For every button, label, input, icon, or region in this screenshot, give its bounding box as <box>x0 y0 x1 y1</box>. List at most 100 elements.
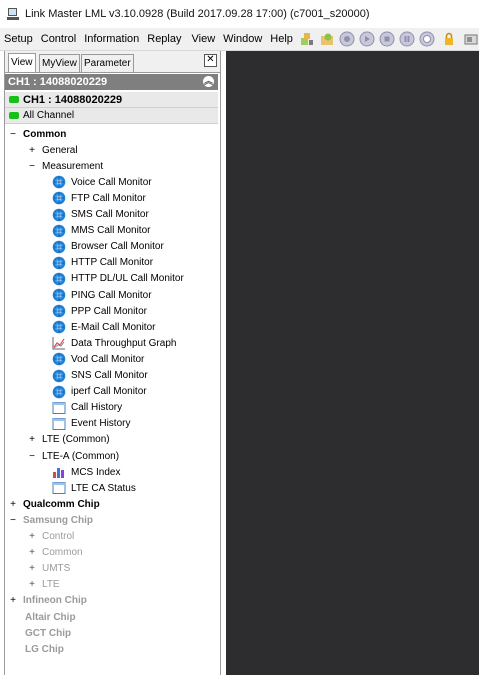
tab-view[interactable]: View <box>8 53 36 72</box>
tree-leaf[interactable]: PPP Call Monitor <box>52 303 147 319</box>
panel-tabs: View MyView Parameter ✕ <box>5 51 220 73</box>
tree-leaf[interactable]: E-Mail Call Monitor <box>52 319 155 335</box>
tree-folder[interactable]: + Control <box>27 529 74 545</box>
monitor-globe-icon <box>52 175 66 189</box>
tree-folder[interactable]: LG Chip <box>25 641 64 657</box>
tree-item-label: GCT Chip <box>25 627 72 639</box>
tab-parameter[interactable]: Parameter <box>81 54 134 72</box>
tree-item-label: Measurement <box>42 160 104 172</box>
expand-icon[interactable]: + <box>27 547 37 558</box>
menu-setup[interactable]: Setup <box>0 33 37 45</box>
expand-icon[interactable]: + <box>8 499 18 510</box>
tree-folder[interactable]: − Samsung Chip <box>8 512 93 528</box>
tree-folder[interactable]: − Measurement <box>27 158 103 174</box>
status-led-icon <box>9 96 19 103</box>
menu-view[interactable]: View <box>188 33 220 45</box>
tree-leaf[interactable]: MMS Call Monitor <box>52 223 150 239</box>
expand-icon[interactable]: + <box>8 595 18 606</box>
menu-information[interactable]: Information <box>80 33 143 45</box>
monitor-globe-icon <box>52 352 66 366</box>
tree-leaf[interactable]: Event History <box>52 416 130 432</box>
collapse-icon[interactable]: − <box>27 161 37 172</box>
tree-folder[interactable]: GCT Chip <box>25 625 71 641</box>
monitor-globe-icon <box>52 240 66 254</box>
tree-leaf[interactable]: LTE CA Status <box>52 480 136 496</box>
tree-folder[interactable]: + Common <box>27 545 83 561</box>
tree-folder[interactable]: − LTE-A (Common) <box>27 448 119 464</box>
lock-icon[interactable] <box>441 31 457 47</box>
tree-folder[interactable]: + General <box>27 142 78 158</box>
tree-folder[interactable]: + LTE <box>27 577 60 593</box>
close-icon[interactable]: ✕ <box>204 54 217 67</box>
all-channel-label: All Channel <box>23 110 75 121</box>
tree-item-label: Data Throughput Graph <box>71 337 177 349</box>
tree-leaf[interactable]: Browser Call Monitor <box>52 239 164 255</box>
tree-item-label: Call History <box>71 402 123 414</box>
app-icon <box>7 8 19 20</box>
tree-leaf[interactable]: Vod Call Monitor <box>52 351 144 367</box>
tree-item-label: LTE-A (Common) <box>42 450 120 462</box>
tree-leaf[interactable]: PING Call Monitor <box>52 287 152 303</box>
tree-leaf[interactable]: SMS Call Monitor <box>52 207 149 223</box>
menu-bar: Setup Control Information Replay View Wi… <box>0 28 479 51</box>
expand-icon[interactable]: + <box>27 434 37 445</box>
window-icon <box>52 481 66 495</box>
tree-item-label: LG Chip <box>25 643 64 655</box>
tree-leaf[interactable]: Data Throughput Graph <box>52 335 176 351</box>
tree-item-label: Infineon Chip <box>23 595 87 607</box>
pause-icon[interactable] <box>399 31 415 47</box>
window-icon <box>52 401 66 415</box>
capture-icon[interactable] <box>419 31 435 47</box>
tree-leaf[interactable]: HTTP DL/UL Call Monitor <box>52 271 184 287</box>
tree-item-label: LTE <box>42 579 60 591</box>
channel-header-label: CH1 : 14088020229 <box>8 76 108 88</box>
expand-icon[interactable]: + <box>27 145 37 156</box>
tree-item-label: Qualcomm Chip <box>23 498 100 510</box>
tree-item-label: Common <box>23 128 67 140</box>
monitor-globe-icon <box>52 191 66 205</box>
tab-myview[interactable]: MyView <box>39 54 80 72</box>
menu-replay[interactable]: Replay <box>143 33 185 45</box>
tree-folder[interactable]: − Common <box>8 126 66 142</box>
open-folder-icon[interactable] <box>319 31 335 47</box>
chevron-up-icon[interactable]: ︽ <box>203 76 214 87</box>
tree-leaf[interactable]: HTTP Call Monitor <box>52 255 153 271</box>
expand-icon[interactable]: + <box>27 563 37 574</box>
play-icon[interactable] <box>359 31 375 47</box>
collapse-icon[interactable]: − <box>8 515 18 526</box>
export-icon[interactable] <box>463 31 479 47</box>
title-bar: Link Master LML v3.10.0928 (Build 2017.0… <box>0 0 479 28</box>
expand-icon[interactable]: + <box>27 579 37 590</box>
tree-item-label: Altair Chip <box>25 611 76 623</box>
tree-leaf[interactable]: MCS Index <box>52 464 120 480</box>
collapse-icon[interactable]: − <box>27 451 37 462</box>
monitor-globe-icon <box>52 224 66 238</box>
tree-leaf[interactable]: SNS Call Monitor <box>52 368 148 384</box>
tree-folder[interactable]: + UMTS <box>27 561 70 577</box>
record-icon[interactable] <box>339 31 355 47</box>
collapse-icon[interactable]: − <box>8 129 18 140</box>
tree-item-label: PPP Call Monitor <box>71 305 147 317</box>
channel-row[interactable]: CH1 : 14088020229 <box>5 92 218 108</box>
tree-leaf[interactable]: iperf Call Monitor <box>52 384 147 400</box>
tree-folder[interactable]: + LTE (Common) <box>27 432 110 448</box>
menu-window[interactable]: Window <box>219 33 266 45</box>
tree-item-label: Browser Call Monitor <box>71 241 164 253</box>
tree-folder[interactable]: + Qualcomm Chip <box>8 496 100 512</box>
side-panel: View MyView Parameter ✕ CH1 : 1408802022… <box>4 51 221 675</box>
menu-help[interactable]: Help <box>266 33 297 45</box>
tree-leaf[interactable]: Voice Call Monitor <box>52 174 152 190</box>
tree-folder[interactable]: Altair Chip <box>25 609 76 625</box>
all-channel-row[interactable]: All Channel <box>5 108 218 124</box>
tree-item-label: LTE (Common) <box>42 434 110 446</box>
tree-leaf[interactable]: Call History <box>52 400 122 416</box>
tree-item-label: Samsung Chip <box>23 514 94 526</box>
tree-leaf[interactable]: FTP Call Monitor <box>52 190 146 206</box>
channel-header[interactable]: CH1 : 14088020229 ︽ <box>5 74 218 90</box>
tree-item-label: PING Call Monitor <box>71 289 152 301</box>
menu-control[interactable]: Control <box>37 33 80 45</box>
stop-icon[interactable] <box>379 31 395 47</box>
settings-icon[interactable] <box>299 31 315 47</box>
expand-icon[interactable]: + <box>27 531 37 542</box>
tree-folder[interactable]: + Infineon Chip <box>8 593 87 609</box>
